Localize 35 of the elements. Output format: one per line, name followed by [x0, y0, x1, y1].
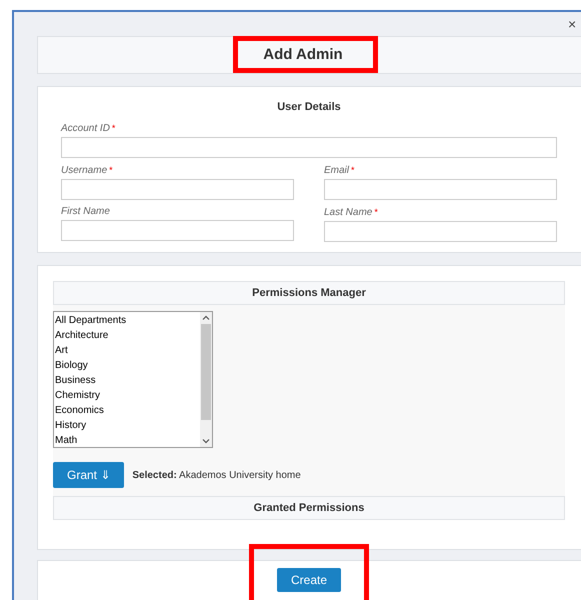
field-label: First Name [61, 206, 110, 216]
scrollbar[interactable] [200, 312, 212, 447]
list-option[interactable]: Economics [55, 403, 200, 418]
required-marker: * [351, 164, 355, 174]
input-field[interactable] [61, 178, 294, 200]
field-label: Last Name [324, 206, 372, 218]
section-heading: Granted Permissions [254, 500, 364, 516]
input-field[interactable] [61, 136, 557, 158]
list-option[interactable]: Business [55, 373, 200, 388]
required-marker: * [374, 206, 378, 216]
list-option[interactable]: History [55, 418, 200, 433]
required-marker: * [112, 122, 116, 132]
section-heading: User Details [277, 100, 341, 115]
field-label: Account ID [61, 122, 110, 134]
scroll-down-icon[interactable] [202, 437, 210, 445]
required-marker: * [109, 164, 113, 174]
close-button[interactable]: × [568, 16, 576, 32]
list-option[interactable]: Art [55, 343, 200, 358]
section-heading: Permissions Manager [252, 286, 366, 301]
list-option[interactable]: Biology [55, 358, 200, 373]
input-field[interactable] [324, 220, 557, 242]
dialog-title: Add Admin [263, 44, 343, 65]
list-option[interactable]: Chemistry [55, 388, 200, 403]
selected-text: Selected: Akademos University home [132, 468, 301, 482]
input-field[interactable] [324, 178, 557, 200]
scroll-up-icon[interactable] [202, 314, 210, 322]
grant-button[interactable]: Grant ⇓ [53, 462, 124, 488]
list-option[interactable]: All Departments [55, 313, 200, 328]
field-label: Username [61, 164, 108, 176]
department-list[interactable]: All Departments Architecture Art Biology Business Chemistry Economics History Math [53, 311, 213, 448]
field-label: Email [324, 164, 350, 176]
input-field[interactable] [61, 220, 294, 240]
list-option[interactable]: Architecture [55, 328, 200, 343]
create-button[interactable]: Create [276, 568, 342, 592]
list-option[interactable]: Math [55, 433, 200, 448]
